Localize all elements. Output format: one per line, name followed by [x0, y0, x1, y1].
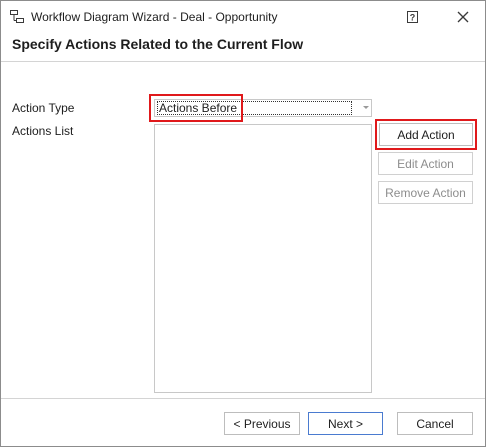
wizard-window: Workflow Diagram Wizard - Deal - Opportu…: [0, 0, 486, 447]
page-title: Specify Actions Related to the Current F…: [12, 36, 304, 52]
actions-list[interactable]: [154, 124, 372, 393]
action-type-label: Action Type: [12, 101, 75, 115]
window-title: Workflow Diagram Wizard - Deal - Opportu…: [31, 10, 278, 24]
add-action-button[interactable]: Add Action: [379, 123, 473, 146]
next-button[interactable]: Next >: [308, 412, 383, 435]
svg-text:?: ?: [410, 13, 416, 23]
close-icon[interactable]: [455, 9, 471, 25]
action-type-value: Actions Before: [157, 101, 352, 115]
help-icon[interactable]: ?: [405, 9, 421, 25]
actions-list-label: Actions List: [12, 124, 74, 138]
header-divider: [1, 61, 485, 62]
title-bar: Workflow Diagram Wizard - Deal - Opportu…: [1, 1, 485, 32]
wizard-header: Specify Actions Related to the Current F…: [1, 32, 485, 60]
previous-button[interactable]: < Previous: [224, 412, 300, 435]
action-type-dropdown[interactable]: Actions Before: [154, 99, 372, 117]
remove-action-button[interactable]: Remove Action: [378, 181, 473, 204]
workflow-diagram-icon: [10, 10, 24, 23]
cancel-button[interactable]: Cancel: [397, 412, 473, 435]
footer-divider: [1, 398, 485, 399]
chevron-down-icon[interactable]: [363, 106, 369, 109]
edit-action-button[interactable]: Edit Action: [378, 152, 473, 175]
